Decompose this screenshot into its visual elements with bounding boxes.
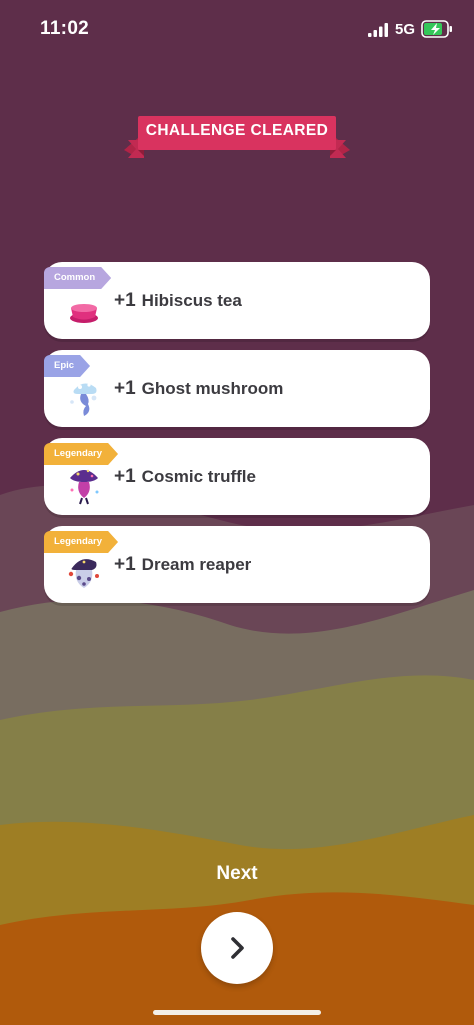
- reward-text: +1 Dream reaper: [114, 526, 251, 603]
- reward-name: Ghost mushroom: [141, 379, 284, 398]
- next-button[interactable]: [201, 912, 273, 984]
- cellular-signal-icon: [368, 23, 388, 37]
- status-bar: 11:02 5G: [0, 0, 474, 60]
- cosmic-truffle-icon: [70, 469, 99, 505]
- reward-card-cosmic-truffle: Legendary +1 Cosmic truffle: [44, 438, 430, 515]
- reward-card-ghost-mushroom: Epic +1 Ghost mushroom: [44, 350, 430, 427]
- reward-text: +1 Ghost mushroom: [114, 350, 283, 427]
- status-time: 11:02: [40, 18, 90, 39]
- rarity-tag: Legendary: [44, 531, 118, 553]
- reward-name: Cosmic truffle: [141, 467, 256, 486]
- reward-quantity: +1: [114, 554, 136, 575]
- rarity-tag: Common: [44, 267, 111, 289]
- chevron-right-icon: [231, 937, 244, 959]
- network-label: 5G: [395, 21, 416, 38]
- rarity-tag: Epic: [44, 355, 90, 377]
- reward-quantity: +1: [114, 378, 136, 399]
- reward-quantity: +1: [114, 466, 136, 487]
- reward-quantity: +1: [114, 290, 136, 311]
- battery-charging-icon: [421, 20, 452, 38]
- reward-list: Common +1 Hibiscus tea Epic +1 Ghost mushr…: [44, 262, 430, 614]
- reward-card-dream-reaper: Legendary +1 Dream reaper: [44, 526, 430, 603]
- reward-card-hibiscus-tea: Common +1 Hibiscus tea: [44, 262, 430, 339]
- dream-reaper-icon: [68, 559, 99, 588]
- reward-name: Dream reaper: [141, 555, 252, 574]
- reward-text: +1 Cosmic truffle: [114, 438, 256, 515]
- challenge-banner: CHALLENGE CLEARED: [124, 114, 350, 160]
- reward-text: +1 Hibiscus tea: [114, 262, 242, 339]
- home-indicator[interactable]: [153, 1010, 321, 1015]
- rarity-tag: Legendary: [44, 443, 118, 465]
- next-label: Next: [216, 863, 258, 884]
- reward-name: Hibiscus tea: [141, 291, 242, 310]
- hibiscus-tea-icon: [70, 293, 98, 323]
- banner-title: CHALLENGE CLEARED: [145, 122, 329, 139]
- ghost-mushroom-icon: [70, 383, 97, 416]
